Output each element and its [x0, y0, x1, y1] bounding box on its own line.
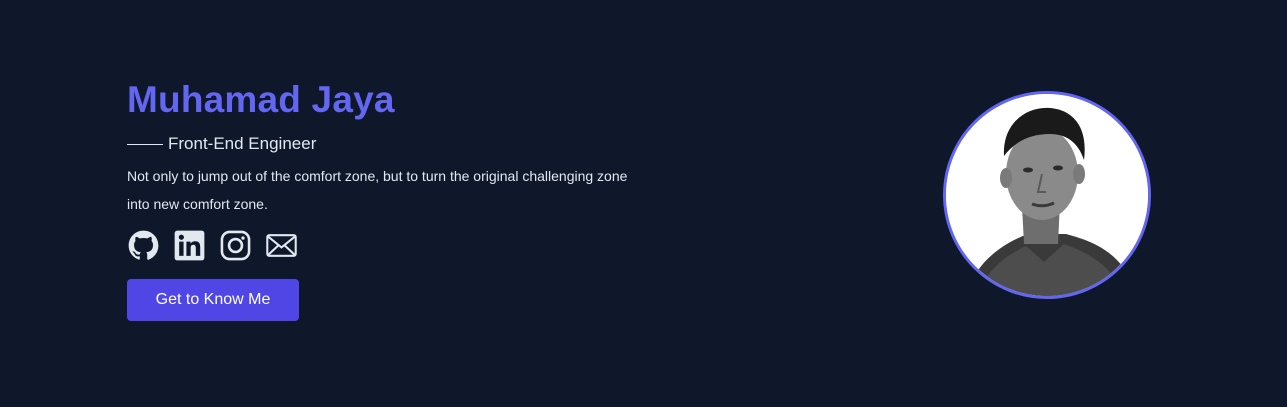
role-title: Front-End Engineer: [168, 134, 317, 153]
role-divider: [127, 143, 163, 145]
profile-photo: [946, 94, 1148, 296]
github-icon: [128, 230, 158, 260]
instagram-icon: [220, 230, 250, 260]
mail-icon: [265, 233, 297, 257]
social-links: [127, 228, 687, 262]
github-link[interactable]: [127, 229, 159, 261]
get-to-know-me-button[interactable]: Get to Know Me: [127, 279, 299, 321]
hero-section: Muhamad Jaya Front-End Engineer Not only…: [0, 0, 1287, 407]
instagram-link[interactable]: [219, 229, 251, 261]
email-link[interactable]: [265, 229, 297, 261]
linkedin-icon: [174, 230, 204, 260]
role-row: Front-End Engineer: [127, 132, 687, 156]
linkedin-link[interactable]: [173, 229, 205, 261]
hero-intro: Muhamad Jaya Front-End Engineer Not only…: [127, 78, 687, 321]
profile-avatar: [943, 91, 1151, 299]
profile-name: Muhamad Jaya: [127, 79, 395, 120]
profile-description: Not only to jump out of the comfort zone…: [127, 168, 628, 212]
